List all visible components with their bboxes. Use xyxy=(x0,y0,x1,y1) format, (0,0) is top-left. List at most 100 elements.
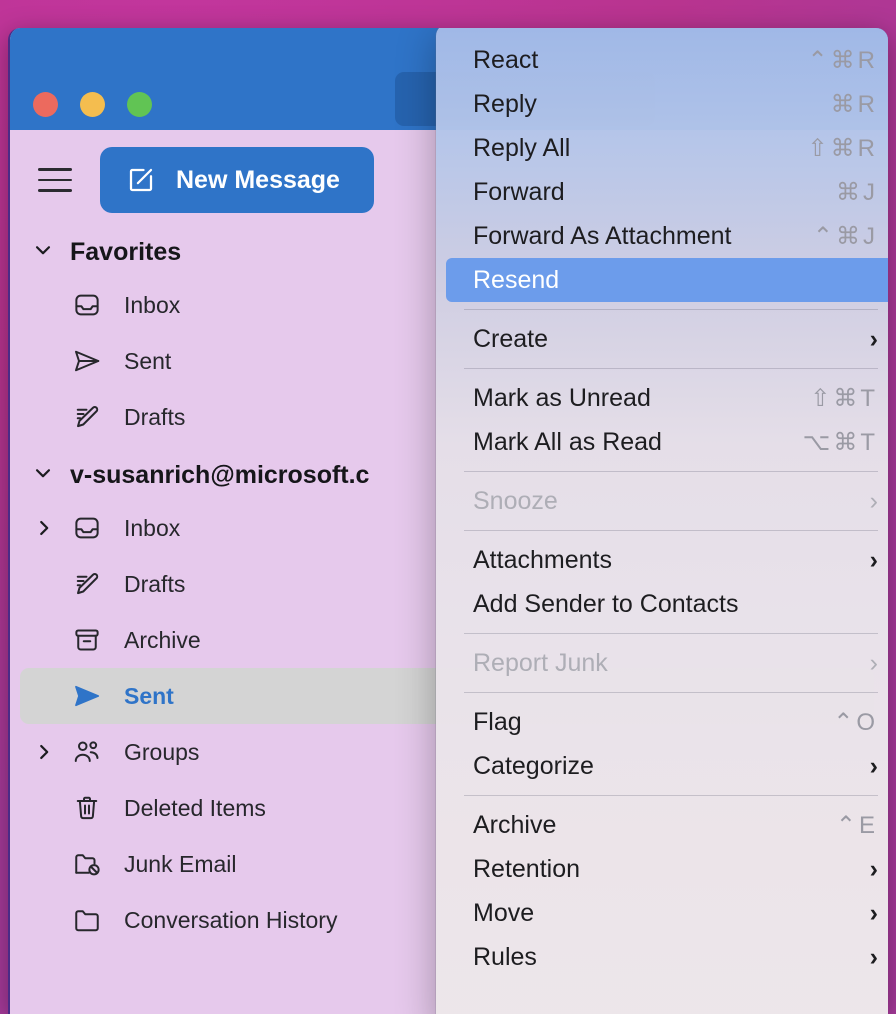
menu-item-react[interactable]: React ⌃⌘R xyxy=(446,38,888,82)
menu-item-label: Mark All as Read xyxy=(473,427,662,456)
inbox-icon xyxy=(64,290,110,320)
menu-item-shortcut: ⌃O xyxy=(833,708,878,736)
menu-item-shortcut: ⇧⌘T xyxy=(810,384,878,412)
menu-item-snooze: Snooze › xyxy=(446,479,888,523)
chevron-right-icon: › xyxy=(869,486,878,515)
sidebar-section-title: v-susanrich@microsoft.c xyxy=(70,461,370,489)
minimize-window-button[interactable] xyxy=(80,92,105,117)
menu-item-flag[interactable]: Flag ⌃O xyxy=(446,700,888,744)
menu-item-report-junk: Report Junk › xyxy=(446,641,888,685)
drafts-icon xyxy=(64,569,110,599)
menu-item-label: Attachments xyxy=(473,545,612,574)
menu-item-move[interactable]: Move › xyxy=(446,891,888,935)
menu-item-create[interactable]: Create › xyxy=(446,317,888,361)
maximize-window-button[interactable] xyxy=(127,92,152,117)
drafts-icon xyxy=(64,402,110,432)
menu-item-retention[interactable]: Retention › xyxy=(446,847,888,891)
chevron-down-icon xyxy=(32,462,54,489)
sidebar-item-label: Archive xyxy=(124,626,201,653)
menu-item-label: Create xyxy=(473,324,549,353)
menu-item-label: Report Junk xyxy=(473,648,608,677)
trash-icon xyxy=(64,793,110,823)
chevron-right-icon: › xyxy=(869,545,878,574)
menu-item-label: Mark as Unread xyxy=(473,383,651,412)
sidebar-item-label: Sent xyxy=(124,347,172,374)
traffic-light-group xyxy=(33,92,152,117)
menu-item-reply[interactable]: Reply ⌘R xyxy=(446,82,888,126)
menu-item-shortcut: ⌘J xyxy=(836,178,878,206)
menu-item-mark-all-as-read[interactable]: Mark All as Read ⌥⌘T xyxy=(446,420,888,464)
compose-icon xyxy=(129,168,153,192)
new-message-label: New Message xyxy=(176,165,340,194)
sent-icon xyxy=(64,681,110,711)
menu-item-attachments[interactable]: Attachments › xyxy=(446,538,888,582)
menu-item-archive[interactable]: Archive ⌃E xyxy=(446,803,888,847)
menu-item-label: Reply All xyxy=(473,133,571,162)
menu-separator xyxy=(464,795,878,796)
menu-item-shortcut: ⌃⌘J xyxy=(812,222,878,250)
menu-item-label: Flag xyxy=(473,707,522,736)
sidebar-item-label: Conversation History xyxy=(124,906,338,933)
chevron-right-icon: › xyxy=(869,648,878,677)
menu-item-label: Archive xyxy=(473,810,557,839)
new-message-button[interactable]: New Message xyxy=(100,147,374,213)
chevron-right-icon: › xyxy=(869,854,878,883)
menu-item-shortcut: ⌃⌘R xyxy=(807,46,878,74)
menu-item-categorize[interactable]: Categorize › xyxy=(446,744,888,788)
sidebar-item-label: Groups xyxy=(124,738,200,765)
sidebar-item-label: Drafts xyxy=(124,570,186,597)
menu-item-label: React xyxy=(473,45,539,74)
menu-item-resend[interactable]: Resend xyxy=(446,258,888,302)
menu-item-shortcut: ⌃E xyxy=(835,811,878,839)
sidebar-item-label: Inbox xyxy=(124,291,181,318)
menu-separator xyxy=(464,368,878,369)
menu-separator xyxy=(464,530,878,531)
sidebar-section-title: Favorites xyxy=(70,238,182,266)
hamburger-menu-icon[interactable] xyxy=(38,168,72,192)
sidebar-item-label: Inbox xyxy=(124,514,181,541)
menu-item-add-sender-to-contacts[interactable]: Add Sender to Contacts xyxy=(446,582,888,626)
junk-folder-icon xyxy=(64,849,110,879)
archive-icon xyxy=(64,625,110,655)
sidebar-item-label: Deleted Items xyxy=(124,794,266,821)
menu-separator xyxy=(464,471,878,472)
chevron-right-icon: › xyxy=(869,751,878,780)
menu-item-label: Snooze xyxy=(473,486,558,515)
menu-separator xyxy=(464,633,878,634)
chevron-right-icon: › xyxy=(869,942,878,971)
menu-item-label: Categorize xyxy=(473,751,594,780)
menu-item-label: Resend xyxy=(473,265,560,294)
menu-separator xyxy=(464,692,878,693)
menu-item-shortcut: ⌘R xyxy=(830,90,878,118)
close-window-button[interactable] xyxy=(33,92,58,117)
menu-item-forward[interactable]: Forward ⌘J xyxy=(446,170,888,214)
menu-item-label: Move xyxy=(473,898,535,927)
groups-icon xyxy=(64,737,110,767)
outlook-window: New Message Favorites Inbox Sent Drafts v-su… xyxy=(8,28,888,1014)
sidebar-item-label: Drafts xyxy=(124,403,186,430)
menu-item-shortcut: ⇧⌘R xyxy=(807,134,878,162)
sidebar-item-label: Sent xyxy=(124,682,174,709)
menu-item-forward-as-attachment[interactable]: Forward As Attachment ⌃⌘J xyxy=(446,214,888,258)
chevron-right-icon[interactable] xyxy=(24,517,64,539)
menu-separator xyxy=(464,309,878,310)
chevron-down-icon xyxy=(32,239,54,266)
menu-item-label: Add Sender to Contacts xyxy=(473,589,739,618)
chevron-right-icon[interactable] xyxy=(24,741,64,763)
menu-item-reply-all[interactable]: Reply All ⇧⌘R xyxy=(446,126,888,170)
inbox-icon xyxy=(64,513,110,543)
message-context-menu: React ⌃⌘R Reply ⌘R Reply All ⇧⌘R Forward ⌘J Forw… xyxy=(436,28,888,1014)
menu-item-label: Retention xyxy=(473,854,581,883)
menu-item-label: Rules xyxy=(473,942,537,971)
menu-item-label: Reply xyxy=(473,89,537,118)
menu-item-mark-as-unread[interactable]: Mark as Unread ⇧⌘T xyxy=(446,376,888,420)
menu-item-label: Forward xyxy=(473,177,565,206)
sent-icon xyxy=(64,346,110,376)
folder-icon xyxy=(64,905,110,935)
chevron-right-icon: › xyxy=(869,324,878,353)
menu-item-shortcut: ⌥⌘T xyxy=(802,428,878,456)
menu-item-label: Forward As Attachment xyxy=(473,221,732,250)
menu-item-rules[interactable]: Rules › xyxy=(446,935,888,979)
chevron-right-icon: › xyxy=(869,898,878,927)
sidebar-item-label: Junk Email xyxy=(124,850,237,877)
